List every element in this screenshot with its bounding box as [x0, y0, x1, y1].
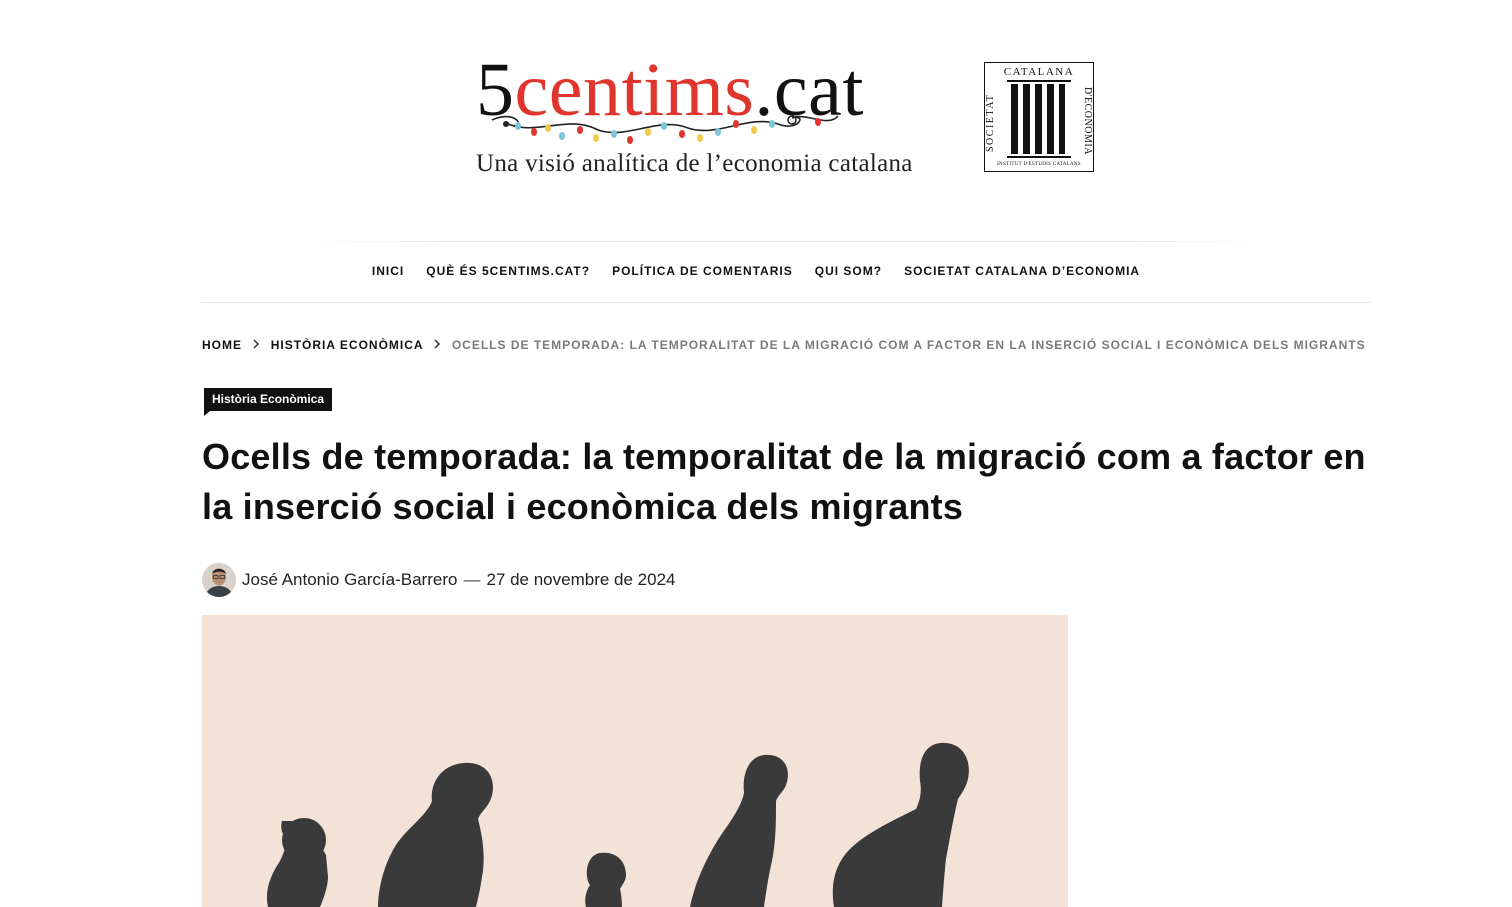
nav-item-qui-som[interactable]: QUI SOM? [815, 262, 882, 280]
family-silhouettes-illustration [266, 742, 969, 907]
site-logo[interactable]: 5centims.cat Una visió analítica de l’ec… [470, 48, 1110, 188]
publish-date: 27 de novembre de 2024 [486, 570, 676, 589]
societat-catalana-economia-logo[interactable]: CATALANA SOCIETAT D'ECONOMIA INSTITUT D'… [984, 62, 1094, 172]
main-navigation: INICI QUÈ ÉS 5CENTIMS.CAT? POLÍTICA DE C… [0, 262, 1512, 280]
site-tagline: Una visió analítica de l’economia catala… [476, 150, 913, 177]
nav-item-societat-catalana[interactable]: SOCIETAT CATALANA D’ECONOMIA [904, 262, 1140, 280]
article-title: Ocells de temporada: la temporalitat de … [202, 436, 1366, 527]
meta-separator: — [463, 570, 481, 589]
string-lights-decoration [491, 115, 839, 144]
nav-item-inici[interactable]: INICI [372, 262, 404, 280]
nav-bottom-divider [202, 302, 1372, 303]
featured-image [202, 615, 1068, 907]
breadcrumb-home[interactable]: HOME [202, 338, 242, 352]
author-link[interactable]: José Antonio García-Barrero [242, 570, 457, 590]
nav-item-politica-comentaris[interactable]: POLÍTICA DE COMENTARIS [612, 262, 793, 280]
chevron-right-icon [252, 337, 260, 353]
breadcrumb: HOME HISTÒRIA ECONÒMICA OCELLS DE TEMPOR… [202, 337, 1366, 353]
category-badge[interactable]: Història Econòmica [204, 388, 333, 416]
author-avatar[interactable] [202, 563, 236, 597]
article-meta: José Antonio García-Barrero — 27 de nove… [202, 562, 676, 598]
breadcrumb-category[interactable]: HISTÒRIA ECONÒMICA [271, 338, 423, 352]
nav-item-que-es[interactable]: QUÈ ÉS 5CENTIMS.CAT? [426, 262, 590, 280]
sce-bars-emblem [1007, 80, 1071, 158]
breadcrumb-current: OCELLS DE TEMPORADA: LA TEMPORALITAT DE … [451, 338, 1366, 352]
nav-top-divider [310, 241, 1260, 242]
chevron-right-icon [433, 337, 441, 353]
